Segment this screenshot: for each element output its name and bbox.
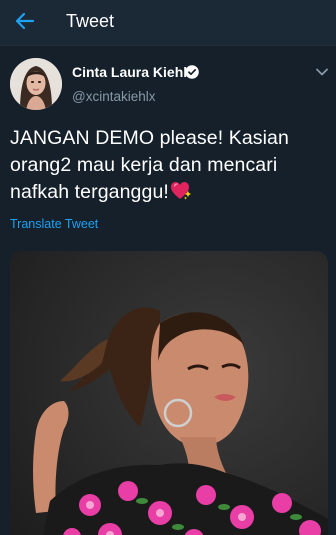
author-avatar[interactable] [10, 58, 62, 110]
more-options-button[interactable] [312, 64, 332, 80]
tweet-detail-screen: Tweet Cinta Laura Kiehl @xcintakiehlx JA… [0, 0, 336, 535]
tweet-text-segment: nafkah terganggu! [10, 181, 169, 203]
author-name[interactable]: Cinta Laura Kiehl [72, 64, 187, 81]
tweet-text-line: nafkah terganggu! [10, 179, 326, 206]
author-handle[interactable]: @xcintakiehlx [72, 88, 156, 105]
tweet-text-line: orang2 mau kerja dan mencari [10, 154, 278, 176]
sparkling-heart-icon [170, 182, 191, 200]
verified-badge-icon [185, 65, 199, 79]
avatar-image [10, 58, 62, 110]
tweet-media-image[interactable] [10, 251, 328, 535]
photo [10, 251, 328, 535]
chevron-down-icon [316, 68, 328, 76]
back-button[interactable] [8, 4, 42, 38]
tweet-text-line: JANGAN DEMO please! Kasian [10, 127, 289, 149]
tweet-text: JANGAN DEMO please! Kasian orang2 mau ke… [10, 125, 326, 206]
page-title: Tweet [66, 11, 115, 31]
translate-tweet-link[interactable]: Translate Tweet [10, 217, 98, 232]
top-app-bar: Tweet [0, 0, 336, 46]
arrow-left-icon [15, 12, 35, 30]
